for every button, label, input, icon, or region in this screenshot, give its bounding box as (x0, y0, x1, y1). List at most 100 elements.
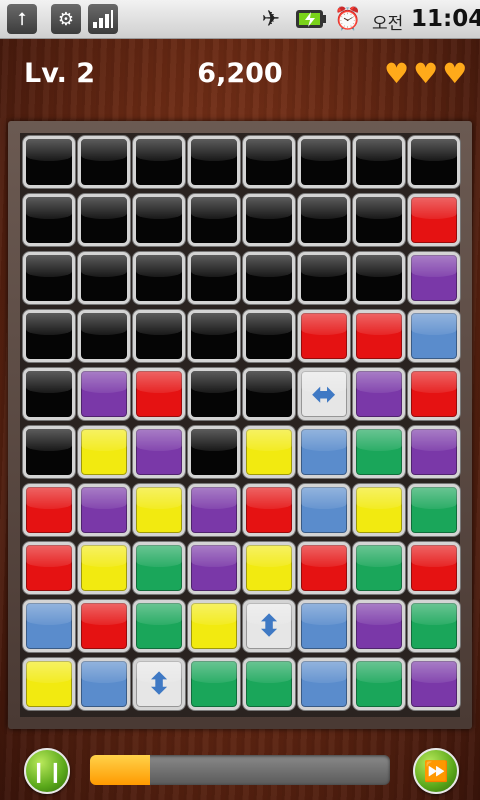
status-time: 11:04 (411, 6, 480, 32)
board-tile[interactable] (298, 194, 350, 246)
board-tile[interactable] (408, 600, 460, 652)
board-tile[interactable] (23, 368, 75, 420)
signal-bars-icon (88, 4, 118, 34)
board-tile[interactable] (298, 600, 350, 652)
board-tile[interactable] (78, 600, 130, 652)
board-tile[interactable] (243, 658, 295, 710)
board-tile[interactable] (188, 426, 240, 478)
board-tile[interactable] (243, 194, 295, 246)
board-tile[interactable] (408, 542, 460, 594)
board-tile[interactable] (133, 194, 185, 246)
board-tile[interactable] (243, 484, 295, 536)
board-tile[interactable] (133, 252, 185, 304)
board-tile[interactable] (298, 658, 350, 710)
board-tile[interactable] (188, 194, 240, 246)
board-tile[interactable] (353, 484, 405, 536)
pause-button[interactable]: ❙❙ (24, 748, 70, 794)
time-progress-bar (90, 755, 390, 785)
board-tile[interactable] (133, 484, 185, 536)
board-tile[interactable] (23, 252, 75, 304)
board-tile[interactable] (78, 542, 130, 594)
board-tile[interactable] (408, 310, 460, 362)
board-tile[interactable] (353, 194, 405, 246)
board-tile[interactable] (243, 368, 295, 420)
vertical-swap-tile[interactable]: ⬍ (243, 600, 295, 652)
board-tile[interactable] (298, 252, 350, 304)
board-tile[interactable] (188, 252, 240, 304)
status-bar: ⭡ ⚙ ✈ ⏰ 오전 11:04 (0, 0, 480, 39)
board-tile[interactable] (78, 484, 130, 536)
board-tile[interactable] (188, 310, 240, 362)
board-tile[interactable] (243, 542, 295, 594)
board-tile[interactable] (243, 136, 295, 188)
board-tile[interactable] (133, 136, 185, 188)
board-tile[interactable] (133, 368, 185, 420)
board-tile[interactable] (23, 484, 75, 536)
board-tile[interactable] (78, 426, 130, 478)
board-tile[interactable] (133, 426, 185, 478)
board-tile[interactable] (408, 484, 460, 536)
board-tile[interactable] (353, 542, 405, 594)
board-tile[interactable] (23, 658, 75, 710)
heart-icon: ♥ (413, 57, 439, 90)
board-tile[interactable] (23, 600, 75, 652)
board-tile[interactable] (78, 658, 130, 710)
heart-icon: ♥ (384, 57, 410, 90)
board-tile[interactable] (78, 136, 130, 188)
board-tile[interactable] (23, 426, 75, 478)
board-tile[interactable] (298, 484, 350, 536)
board-tile[interactable] (353, 310, 405, 362)
board-tile[interactable] (23, 194, 75, 246)
heart-icon: ♥ (442, 57, 468, 90)
board-tile[interactable] (353, 426, 405, 478)
board-tile[interactable] (78, 368, 130, 420)
fast-forward-button[interactable]: ⏩ (413, 748, 459, 794)
board-tile[interactable] (353, 658, 405, 710)
board-tile[interactable] (408, 194, 460, 246)
board-tile[interactable] (298, 426, 350, 478)
board-tile[interactable] (408, 252, 460, 304)
board-tile[interactable] (23, 136, 75, 188)
board-tile[interactable] (188, 600, 240, 652)
board-tile[interactable] (23, 310, 75, 362)
battery-charging-icon (294, 5, 328, 33)
horizontal-arrow-icon: ⬌ (311, 376, 337, 412)
board-tile[interactable] (353, 136, 405, 188)
board-tile[interactable] (188, 542, 240, 594)
game-board[interactable]: ⬌ ⬍ ⬍ (20, 133, 460, 717)
board-tile[interactable] (133, 600, 185, 652)
board-tile[interactable] (188, 368, 240, 420)
board-tile[interactable] (243, 310, 295, 362)
board-tile[interactable] (353, 600, 405, 652)
vertical-swap-tile[interactable]: ⬍ (133, 658, 185, 710)
board-tile[interactable] (78, 194, 130, 246)
board-tile[interactable] (408, 658, 460, 710)
board-tile[interactable] (78, 310, 130, 362)
board-tile[interactable] (243, 252, 295, 304)
status-ampm: 오전 (372, 14, 404, 34)
board-tile[interactable] (298, 310, 350, 362)
board-tile[interactable] (243, 426, 295, 478)
horizontal-swap-tile[interactable]: ⬌ (298, 368, 350, 420)
board-tile[interactable] (133, 310, 185, 362)
vertical-arrow-icon: ⬍ (256, 608, 282, 644)
board-tile[interactable] (188, 658, 240, 710)
pause-icon: ❙❙ (30, 759, 64, 783)
board-tile[interactable] (408, 136, 460, 188)
alarm-clock-icon: ⏰ (334, 6, 362, 32)
time-progress-fill (90, 755, 150, 785)
board-tile[interactable] (408, 368, 460, 420)
fast-forward-icon: ⏩ (423, 759, 449, 783)
board-tile[interactable] (133, 542, 185, 594)
board-tile[interactable] (408, 426, 460, 478)
usb-icon: ⭡ (7, 4, 37, 34)
board-tile[interactable] (188, 484, 240, 536)
board-tile[interactable] (298, 542, 350, 594)
airplane-mode-icon: ✈ (261, 6, 281, 32)
board-tile[interactable] (188, 136, 240, 188)
board-tile[interactable] (298, 136, 350, 188)
board-tile[interactable] (23, 542, 75, 594)
board-tile[interactable] (78, 252, 130, 304)
board-tile[interactable] (353, 368, 405, 420)
board-tile[interactable] (353, 252, 405, 304)
